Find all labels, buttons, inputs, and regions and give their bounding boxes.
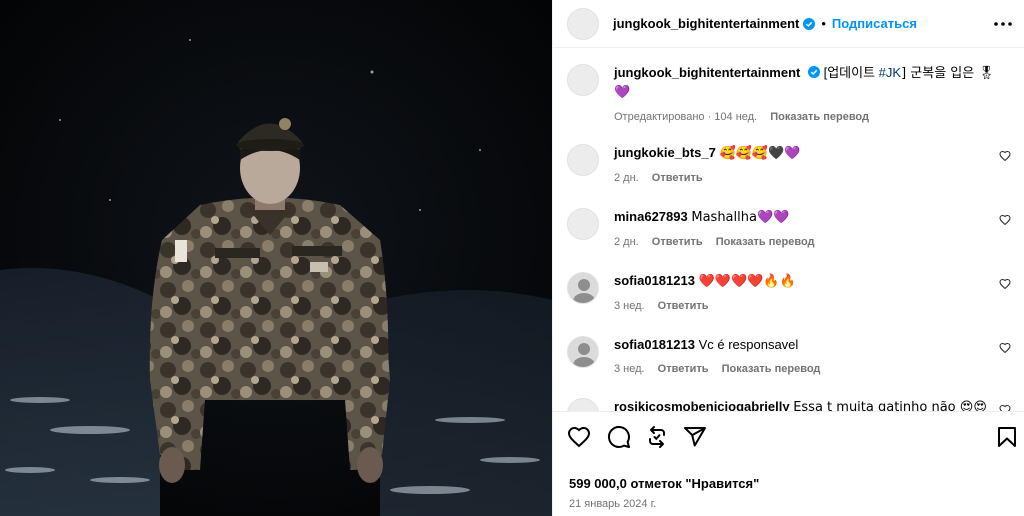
caption-author[interactable]: jungkook_bighitentertainment (614, 65, 800, 80)
more-options-icon[interactable] (993, 14, 1013, 34)
author-avatar[interactable] (567, 7, 599, 40)
post-header: jungkook_bighitentertainment • Подписать… (553, 0, 1024, 48)
comment-username[interactable]: sofia0181213 (614, 273, 695, 288)
comment-item: sofia0181213 ❤️❤️❤️❤️🔥🔥 3 нед. Ответить (567, 272, 1011, 315)
comment-item: sofia0181213 Vc é responsavel 3 нед. Отв… (567, 336, 1011, 378)
reply-button[interactable]: Ответить (652, 236, 703, 248)
caption-text-suffix: ] 군복을 입은 🎖 (901, 66, 995, 81)
comment-item: jungkokie_bts_7 🥰🥰🥰🖤💜 2 дн. Ответить (567, 144, 1011, 187)
verified-badge-icon (807, 66, 820, 78)
separator-dot: • (821, 16, 826, 31)
verified-badge-icon (803, 17, 816, 30)
soldier-photo (0, 0, 552, 516)
comment-age: 3 нед. (614, 300, 645, 312)
like-comment-icon[interactable] (999, 150, 1011, 162)
comment-text: Essa t muita gatinho não 😍😍 (793, 400, 987, 412)
comment-username[interactable]: jungkokie_bts_7 (614, 145, 716, 160)
reply-button[interactable]: Ответить (658, 363, 709, 375)
post-photo[interactable] (0, 0, 552, 516)
caption-translate-link[interactable]: Показать перевод (770, 111, 869, 123)
comment-age: 2 дн. (614, 236, 639, 248)
commenter-avatar[interactable] (567, 208, 599, 240)
comment-username[interactable]: sofia0181213 (614, 337, 695, 352)
reply-button[interactable]: Ответить (652, 172, 703, 184)
like-comment-icon[interactable] (999, 404, 1011, 412)
comment-item: mina627893 Mashallha💜💜 2 дн. Ответить По… (567, 208, 1011, 251)
comment-text: Mashallha💜💜 (691, 210, 790, 225)
translate-link[interactable]: Показать перевод (716, 236, 815, 248)
commenter-avatar[interactable] (567, 272, 599, 304)
caption-edited: Отредактировано · 104 нед. (614, 111, 758, 123)
like-comment-icon[interactable] (999, 278, 1011, 290)
post-details-panel: jungkook_bighitentertainment • Подписать… (552, 0, 1024, 516)
comment-icon[interactable] (607, 425, 631, 449)
like-icon[interactable] (567, 425, 591, 449)
comment-text: 🥰🥰🥰🖤💜 (719, 146, 801, 161)
comment-username[interactable]: rosikicosmobeniciogabrielly (614, 399, 790, 411)
comment-text: ❤️❤️❤️❤️🔥🔥 (698, 274, 796, 289)
like-comment-icon[interactable] (999, 342, 1011, 354)
likes-count[interactable]: 599 000,0 отметок "Нравится" (569, 476, 759, 491)
caption: jungkook_bighitentertainment [업데이트 #JK] … (567, 64, 1011, 126)
like-comment-icon[interactable] (999, 214, 1011, 226)
commenter-avatar[interactable] (567, 144, 599, 176)
translate-link[interactable]: Показать перевод (722, 363, 821, 375)
commenter-avatar[interactable] (567, 398, 599, 411)
comment-age: 2 дн. (614, 172, 639, 184)
caption-text-prefix: [업데이트 (823, 65, 879, 80)
post-actions: 599 000,0 отметок "Нравится" 21 январь 2… (553, 412, 1024, 516)
send-icon[interactable] (683, 425, 707, 449)
caption-hashtag[interactable]: #JK (879, 65, 901, 80)
author-username[interactable]: jungkook_bighitentertainment (613, 16, 799, 31)
comments-list[interactable]: jungkook_bighitentertainment [업데이트 #JK] … (553, 48, 1024, 412)
post-date[interactable]: 21 январь 2024 г. (569, 498, 656, 510)
share-icon[interactable] (645, 425, 669, 449)
comment-item: rosikicosmobeniciogabrielly Essa t muita… (567, 398, 1011, 412)
save-icon[interactable] (995, 425, 1019, 449)
caption-line2: 💜 (614, 85, 631, 100)
reply-button[interactable]: Ответить (658, 300, 709, 312)
comment-age: 3 нед. (614, 363, 645, 375)
caption-author-avatar[interactable] (567, 64, 599, 96)
follow-button[interactable]: Подписаться (832, 16, 917, 31)
comment-text: Vc é responsavel (698, 337, 799, 352)
commenter-avatar[interactable] (567, 336, 599, 368)
comment-username[interactable]: mina627893 (614, 209, 688, 224)
